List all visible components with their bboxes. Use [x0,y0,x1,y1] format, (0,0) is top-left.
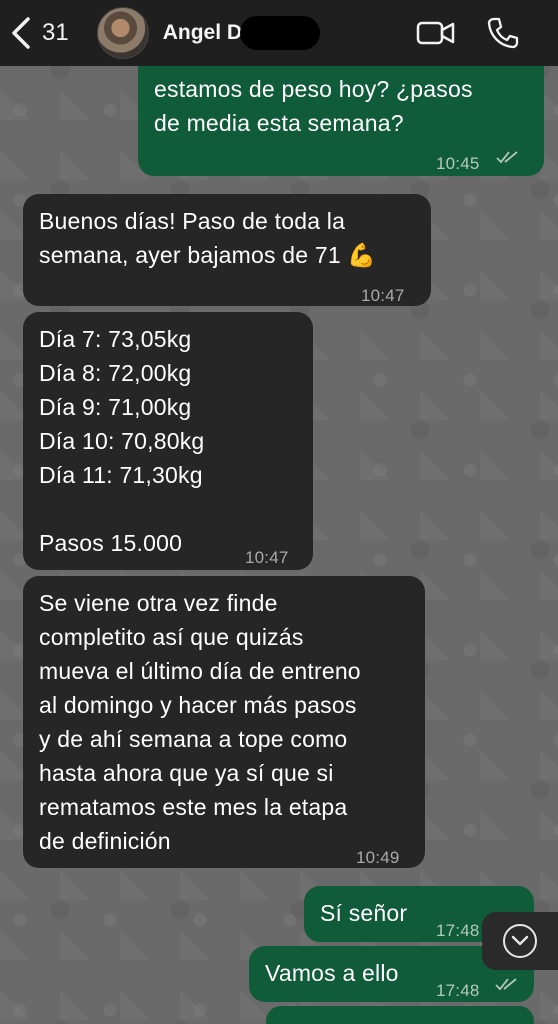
chevron-left-icon [12,17,30,49]
message-incoming[interactable]: Día 7: 73,05kg Día 8: 72,00kg Día 9: 71,… [23,312,313,570]
message-line: hasta ahora que ya sí que si [39,760,334,786]
double-check-icon [496,151,518,164]
message-line: Día 8: 72,00kg [39,360,192,386]
message-line: y de ahí semana a tope como [39,726,348,752]
double-check-icon [495,978,517,991]
phone-icon[interactable] [486,16,520,50]
message-line: de media esta semana? [154,110,404,136]
message-line: Se viene otra vez finde [39,590,278,616]
message-time: 10:45 [436,154,480,173]
chat-header: 31 Angel D [0,0,558,66]
avatar[interactable] [96,7,149,59]
message-time: 10:47 [361,286,405,305]
message-line: completito así que quizás [39,624,304,650]
message-line: estamos de peso hoy? ¿pasos [154,76,473,102]
message-incoming[interactable]: Se viene otra vez finde completito así q… [23,576,425,868]
contact-name[interactable]: Angel D [163,21,242,45]
message-line: Día 11: 71,30kg [39,462,203,488]
message-incoming[interactable]: Buenos días! Paso de toda la semana, aye… [23,194,431,306]
message-line: Día 10: 70,80kg [39,428,205,454]
message-line: Día 9: 71,00kg [39,394,192,420]
message-outgoing-partial[interactable] [266,1006,534,1024]
redaction-mark [240,16,321,50]
chevron-down-icon [503,924,537,958]
message-time: 10:49 [356,848,400,867]
video-camera-icon[interactable] [416,18,456,48]
message-line: Buenos días! Paso de toda la [39,208,346,234]
message-time: 10:47 [245,548,289,567]
message-line: mueva el último día de entreno [39,658,361,684]
message-time: 17:48 [436,921,480,940]
message-line: Vamos a ello [265,960,399,986]
back-button[interactable]: 31 [8,13,69,53]
message-line: semana, ayer bajamos de 71 💪 [39,242,377,268]
message-line: rematamos este mes la etapa [39,794,348,820]
message-line: al domingo y hacer más pasos [39,692,357,718]
unread-count: 31 [42,19,69,46]
message-time: 17:48 [436,981,480,1000]
message-line: de definición [39,828,171,854]
message-line-blank [39,492,297,526]
scroll-to-bottom-button[interactable] [482,912,558,970]
message-line: Día 7: 73,05kg [39,326,192,352]
